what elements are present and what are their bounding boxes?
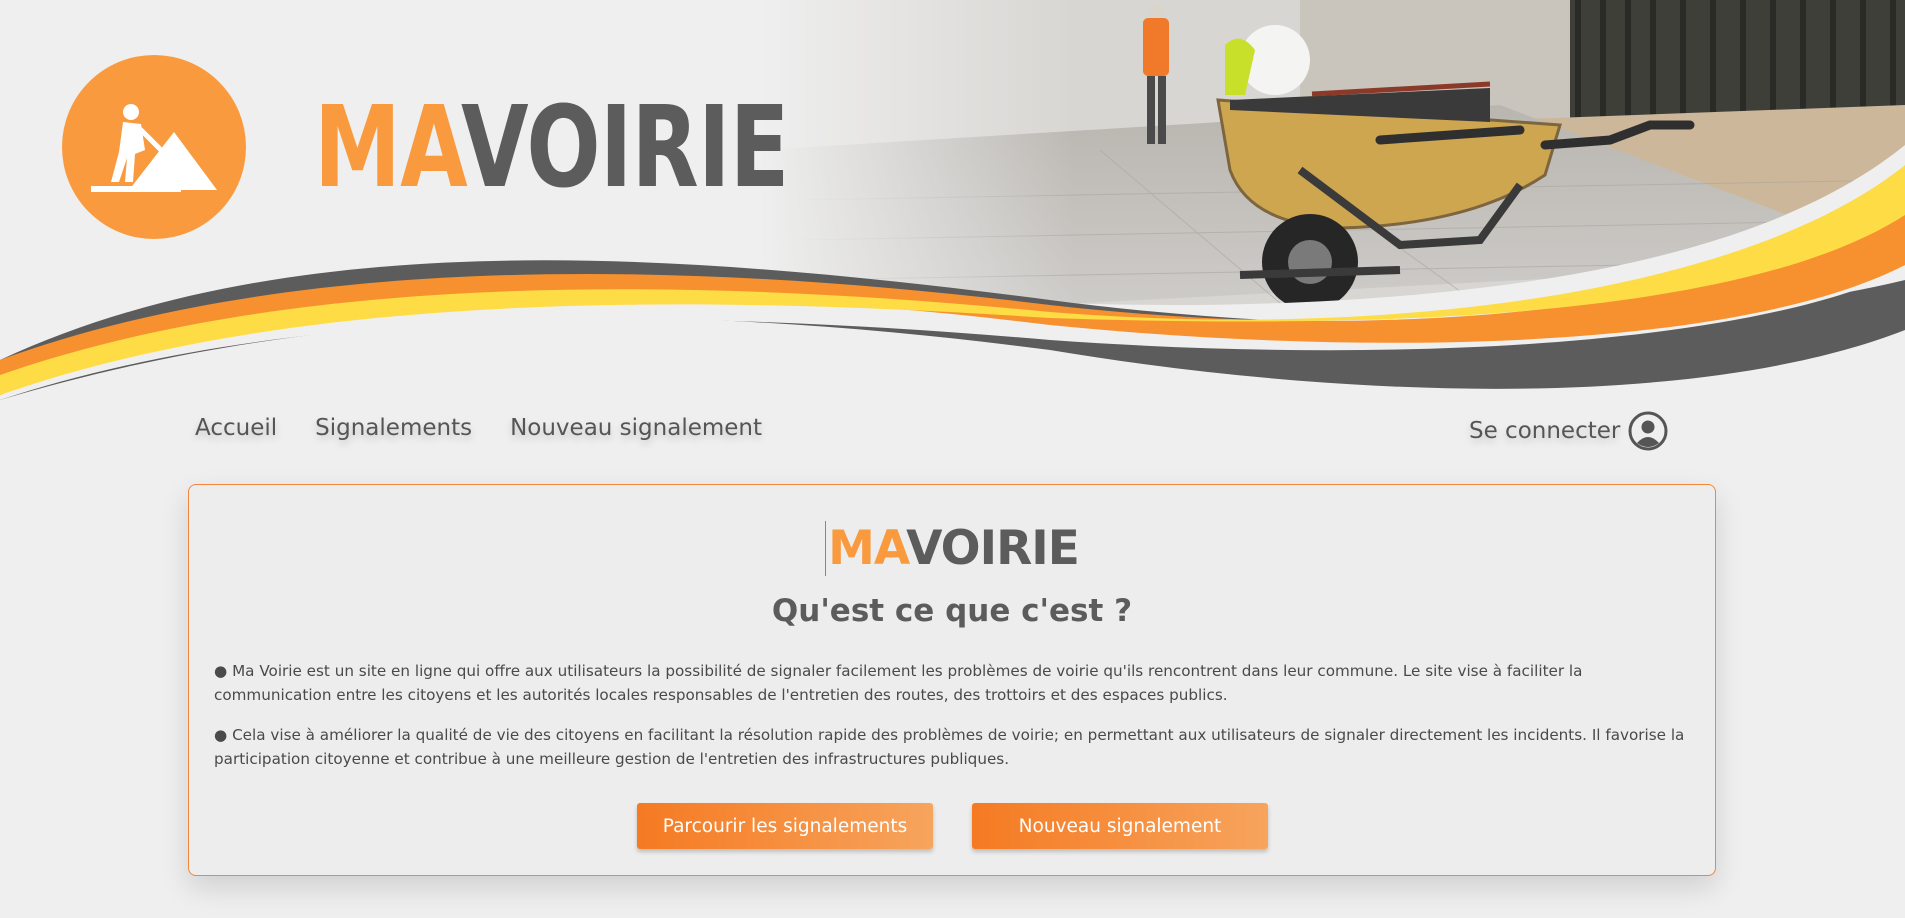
new-report-button[interactable]: Nouveau signalement — [972, 803, 1268, 849]
card-subtitle: Qu'est ce que c'est ? — [771, 593, 1133, 629]
intro-paragraph-1: ● Ma Voirie est un site en ligne qui off… — [214, 662, 1583, 704]
user-circle-icon — [1628, 411, 1668, 450]
nav-signalements[interactable]: Signalements — [315, 415, 472, 441]
brand-voirie: VOIRIE — [461, 83, 789, 213]
main-nav: Accueil Signalements Nouveau signalement — [195, 408, 762, 448]
login-link[interactable]: Se connecter — [1469, 408, 1668, 453]
browse-reports-button[interactable]: Parcourir les signalements — [637, 803, 933, 849]
nav-accueil[interactable]: Accueil — [195, 415, 277, 441]
card-brand-voirie: VOIRIE — [906, 521, 1080, 576]
logo[interactable] — [62, 55, 246, 239]
road-worker-icon — [91, 104, 217, 192]
hero-banner — [0, 0, 1905, 400]
card-brand: MAVOIRIE — [189, 521, 1715, 577]
site-header: MAVOIRIE — [0, 0, 1905, 400]
nav-nouveau-signalement[interactable]: Nouveau signalement — [510, 415, 762, 441]
card-brand-ma: MA — [825, 521, 907, 576]
site-brand[interactable]: MAVOIRIE — [314, 88, 789, 208]
intro-card: MAVOIRIE Qu'est ce que c'est ? ● Ma Voir… — [188, 484, 1716, 876]
intro-paragraph-2: ● Cela vise à améliorer la qualité de vi… — [214, 726, 1685, 768]
login-label: Se connecter — [1469, 417, 1621, 444]
brand-ma: MA — [314, 83, 462, 213]
